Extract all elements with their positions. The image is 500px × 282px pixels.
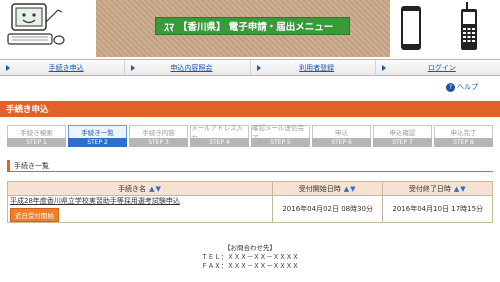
step-number: STEP 1	[7, 138, 66, 147]
step-label: 申込確認	[373, 125, 432, 138]
step-2: 手続き一覧 STEP 2	[68, 125, 127, 147]
main-nav: 手続き申込 申込内容照会 利用者登録 ログイン	[0, 59, 500, 76]
nav-user-registration[interactable]: 利用者登録	[251, 60, 376, 75]
step-label: 申込完了	[434, 125, 493, 138]
sort-arrows-icon[interactable]: ▲▼	[344, 185, 357, 193]
step-label: 手続き一覧	[68, 125, 127, 138]
help-icon: ?	[446, 82, 455, 92]
step-7: 申込確認 STEP 7	[373, 125, 432, 147]
procedure-name-cell: 平成28年度香川県立学校実習助手等採用選考試験申込 近日受付開始	[8, 196, 273, 222]
banner-title: 【香川県】 電子申請・届出メニュー	[178, 22, 334, 33]
arrow-right-icon	[6, 65, 10, 71]
step-label: 確認メール送信完了	[251, 124, 310, 142]
arrow-right-icon	[131, 65, 136, 71]
arrow-right-icon	[381, 65, 386, 71]
column-header-start: 受付開始日時 ▲▼	[273, 182, 384, 195]
nav-label: 申込内容照会	[170, 63, 213, 72]
step-number: STEP 5	[251, 138, 310, 147]
step-5: 確認メール送信完了 STEP 5	[251, 124, 310, 147]
step-label: 手続き検索	[7, 125, 66, 138]
start-datetime-cell: 2016年04月02日 08時30分	[273, 196, 384, 222]
step-1: 手続き検索 STEP 1	[7, 125, 66, 147]
table-header: 手続き名 ▲▼ 受付開始日時 ▲▼ 受付終了日時 ▲▼	[8, 182, 492, 196]
banner-title-box: ｽﾏ 【香川県】 電子申請・届出メニュー	[155, 17, 350, 35]
footer-line: ＦＡＸ：ＸＸＸ－ＸＸ－ＸＸＸＸ	[201, 262, 299, 270]
step-6: 申込 STEP 6	[312, 125, 371, 147]
header-label: 受付開始日時	[298, 184, 341, 193]
arrow-right-icon	[256, 65, 261, 71]
step-8: 申込完了 STEP 8	[434, 125, 493, 147]
header-banner: ｽﾏ 【香川県】 電子申請・届出メニュー	[96, 0, 390, 57]
step-label: メールアドレス入力	[190, 124, 249, 142]
nav-label: 利用者登録	[299, 63, 335, 72]
procedure-link[interactable]: 平成28年度香川県立学校実習助手等採用選考試験申込	[10, 196, 180, 206]
end-datetime-cell: 2016年04月10日 17時15分	[392, 205, 484, 213]
nav-procedure-apply[interactable]: 手続き申込	[0, 60, 126, 75]
list-subheading: 手続き一覧	[7, 160, 493, 172]
nav-login[interactable]: ログイン	[376, 60, 500, 75]
step-label: 手続き内容	[129, 125, 188, 138]
sort-arrows-icon[interactable]: ▲▼	[454, 185, 467, 193]
step-label: 申込	[312, 125, 371, 138]
mobile-phone-icon	[461, 2, 477, 50]
sort-arrows-icon[interactable]: ▲▼	[149, 185, 162, 193]
header-label: 受付終了日時	[408, 184, 451, 193]
column-header-name: 手続き名 ▲▼	[8, 182, 273, 195]
section-title: 手続き申込	[0, 101, 500, 117]
status-badge: 近日受付開始	[10, 208, 59, 222]
column-header-end: 受付終了日時 ▲▼	[383, 182, 492, 195]
table-row: 平成28年度香川県立学校実習助手等採用選考試験申込 近日受付開始 2016年04…	[8, 196, 492, 222]
help-link[interactable]: ? ヘルプ	[446, 82, 478, 92]
footer-line: 【お問合わせ先】	[224, 244, 276, 252]
footer-contact: 【お問合わせ先】 ＴＥＬ：ＸＸＸ－ＸＸ－ＸＸＸＸ ＦＡＸ：ＸＸＸ－ＸＸ－ＸＸＸＸ	[0, 244, 500, 271]
step-number: STEP 8	[434, 138, 493, 147]
nav-label: ログイン	[427, 63, 456, 72]
banner-logo: ｽﾏ	[164, 22, 174, 34]
step-number: STEP 3	[129, 138, 188, 147]
nav-label: 手続き申込	[48, 63, 84, 72]
step-progress: 手続き検索 STEP 1 手続き一覧 STEP 2 手続き内容 STEP 3 メ…	[7, 124, 493, 147]
step-4: メールアドレス入力 STEP 4	[190, 124, 249, 147]
header-label: 手続き名	[118, 184, 147, 193]
step-3: 手続き内容 STEP 3	[129, 125, 188, 147]
nav-application-inquiry[interactable]: 申込内容照会	[125, 60, 251, 75]
step-number: STEP 4	[190, 138, 249, 147]
procedure-table: 手続き名 ▲▼ 受付開始日時 ▲▼ 受付終了日時 ▲▼ 平成28年度香川県立学校…	[7, 181, 493, 223]
smartphone-icon	[401, 6, 421, 50]
help-label: ヘルプ	[457, 83, 478, 91]
device-illustration	[390, 0, 500, 57]
step-number: STEP 6	[312, 138, 371, 147]
computer-mascot-icon	[7, 3, 65, 45]
header: ｽﾏ 【香川県】 電子申請・届出メニュー	[0, 0, 500, 57]
step-number: STEP 2	[68, 138, 127, 147]
step-number: STEP 7	[373, 138, 432, 147]
footer-line: ＴＥＬ：ＸＸＸ－ＸＸ－ＸＸＸＸ	[201, 253, 299, 261]
